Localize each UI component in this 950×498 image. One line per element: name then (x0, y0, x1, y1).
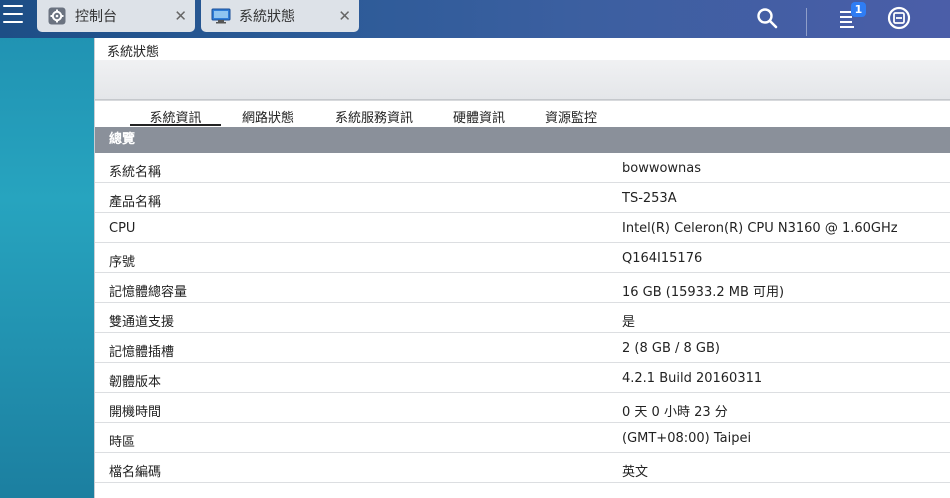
row-value: 4.2.1 Build 20160311 (622, 371, 763, 386)
taskbar-divider (806, 8, 807, 36)
close-icon[interactable]: ✕ (338, 7, 351, 25)
row-value: (GMT+08:00) Taipei (622, 431, 752, 446)
row-value: 英文 (622, 465, 649, 480)
tab-system-service-info[interactable]: 系統服務資訊 (327, 107, 421, 126)
row-key: 雙通道支援 (109, 315, 175, 330)
taskbar-tab-label: 控制台 (75, 9, 117, 25)
system-status-window: 系統狀態 系統資訊 網路狀態 系統服務資訊 硬體資訊 資源監控 總覽 系統名稱 b… (94, 38, 950, 498)
tab-system-info[interactable]: 系統資訊 (130, 107, 221, 126)
row-value: 2 (8 GB / 8 GB) (622, 341, 720, 356)
row-key: 韌體版本 (109, 375, 162, 390)
tab-network-status[interactable]: 網路狀態 (235, 107, 301, 126)
row-value: 16 GB (15933.2 MB 可用) (622, 285, 785, 300)
row-value: Intel(R) Celeron(R) CPU N3160 @ 1.60GHz (622, 221, 898, 236)
table-row: 序號 Q164I15176 (95, 243, 950, 273)
row-value: TS-253A (622, 191, 677, 206)
table-row: 記憶體總容量 16 GB (15933.2 MB 可用) (95, 273, 950, 303)
window-title: 系統狀態 (107, 45, 160, 60)
menu-icon[interactable] (2, 3, 24, 25)
row-value: Q164I15176 (622, 251, 703, 266)
close-icon[interactable]: ✕ (174, 7, 187, 25)
section-header-overview: 總覽 (95, 127, 950, 153)
row-key: 記憶體總容量 (109, 285, 188, 300)
row-key: CPU (109, 221, 136, 236)
row-value: 0 天 0 小時 23 分 (622, 405, 728, 420)
monitor-icon (211, 6, 231, 26)
table-row: 檔名編碼 英文 (95, 453, 950, 483)
row-value: 是 (622, 315, 636, 330)
taskbar-tab-label: 系統狀態 (239, 9, 295, 25)
row-key: 系統名稱 (109, 165, 162, 180)
sync-icon[interactable] (885, 4, 913, 32)
row-key: 序號 (109, 255, 136, 270)
row-key: 時區 (109, 435, 136, 450)
table-row: 系統名稱 bowwownas (95, 153, 950, 183)
gear-icon (47, 6, 67, 26)
table-row: 雙通道支援 是 (95, 303, 950, 333)
notification-badge: 1 (851, 2, 866, 17)
info-table: 系統名稱 bowwownas 產品名稱 TS-253A CPU Intel(R) Ce… (95, 153, 950, 483)
row-key: 產品名稱 (109, 195, 162, 210)
row-key: 記憶體插槽 (109, 345, 175, 360)
row-key: 開機時間 (109, 405, 162, 420)
tab-bar: 系統資訊 網路狀態 系統服務資訊 硬體資訊 資源監控 (95, 100, 950, 127)
taskbar-tab-system-status[interactable]: 系統狀態 ✕ (201, 0, 359, 32)
row-key: 檔名編碼 (109, 465, 162, 480)
table-row: CPU Intel(R) Celeron(R) CPU N3160 @ 1.60G… (95, 213, 950, 243)
table-row: 產品名稱 TS-253A (95, 183, 950, 213)
taskbar: 控制台 ✕ 系統狀態 ✕ 1 (0, 0, 950, 38)
table-row: 開機時間 0 天 0 小時 23 分 (95, 393, 950, 423)
window-toolbar (95, 60, 950, 100)
search-icon[interactable] (753, 4, 781, 32)
table-row: 記憶體插槽 2 (8 GB / 8 GB) (95, 333, 950, 363)
tab-hardware-info[interactable]: 硬體資訊 (446, 107, 512, 126)
row-value: bowwownas (622, 161, 702, 176)
table-row: 時區 (GMT+08:00) Taipei (95, 423, 950, 453)
table-row: 韌體版本 4.2.1 Build 20160311 (95, 363, 950, 393)
tab-resource-monitor[interactable]: 資源監控 (538, 107, 604, 126)
taskbar-tab-control-panel[interactable]: 控制台 ✕ (37, 0, 195, 32)
